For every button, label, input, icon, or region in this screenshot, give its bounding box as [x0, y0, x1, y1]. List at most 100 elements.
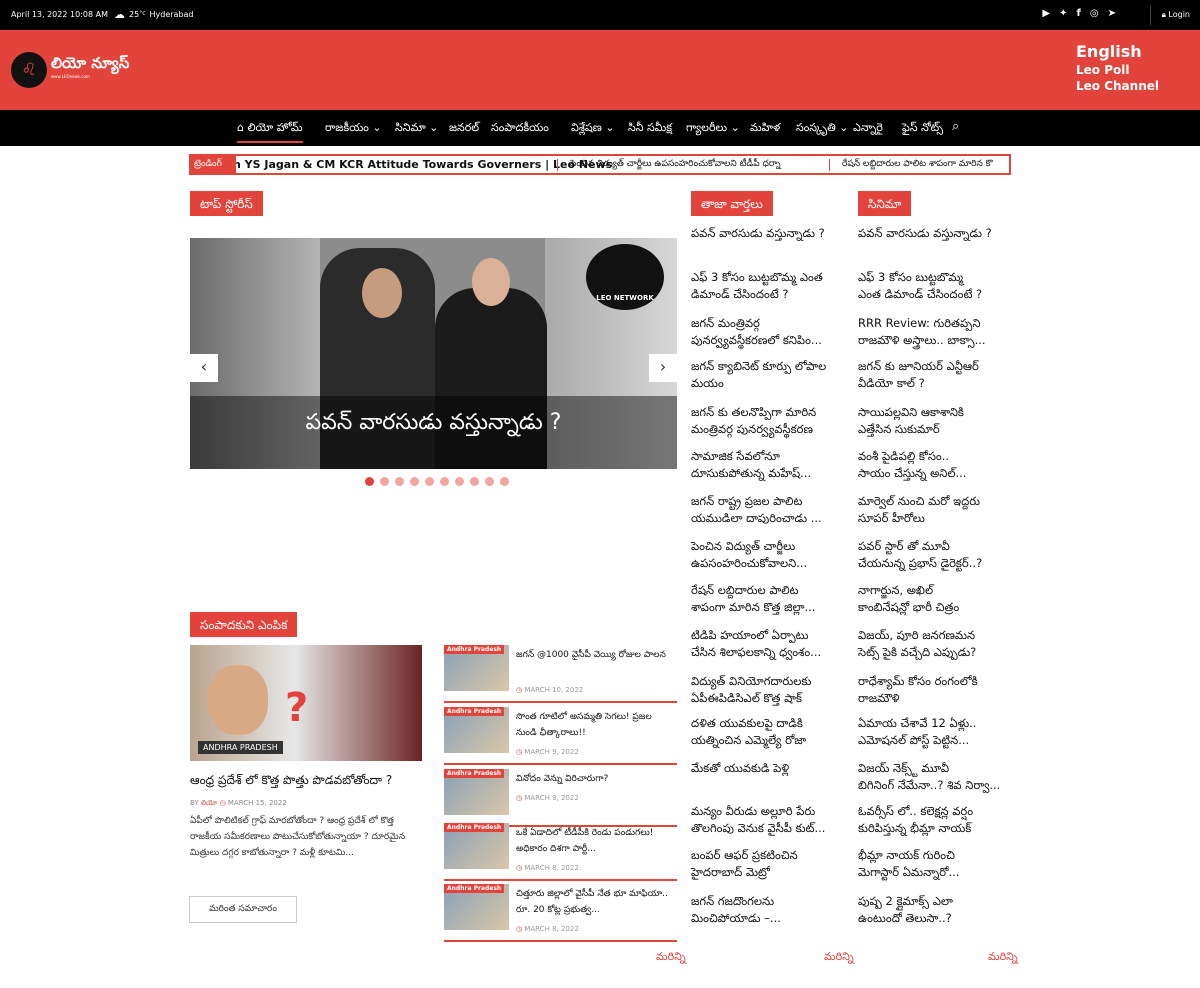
news-item[interactable]: విజయ్, పూరి జనగణమన సెట్స్ పైకి వచ్చేది ఎప…	[858, 627, 976, 661]
nav-politics[interactable]: రాజకీయం ⌄	[325, 121, 382, 137]
youtube-icon[interactable]: ▶	[1042, 8, 1050, 19]
latest-news-heading: తాజా వార్తలు	[691, 191, 773, 216]
clock-icon: ◷	[516, 925, 523, 933]
news-item[interactable]: మేకతో యువకుడి పెళ్లి	[691, 760, 789, 777]
chevron-left-icon[interactable]: ‹	[190, 354, 218, 382]
news-item-line: బంపర్ ఆఫర్ ప్రకటించిన	[691, 848, 798, 862]
news-item[interactable]: టిడిపి హయాంలో ఏర్పాటు చేసిన శిలాఫలకాన్ని …	[691, 627, 821, 661]
list-item[interactable]: Andhra Pradesh చిత్తూరు జిల్లాలో వైసీపీ …	[444, 884, 677, 942]
leo-poll-link[interactable]: Leo Poll	[1076, 62, 1159, 78]
slider-dot[interactable]	[440, 477, 449, 486]
slider-dot[interactable]	[365, 477, 374, 486]
news-item[interactable]: జగన్ గజదొంగలను మించిపోయాడు –...	[691, 893, 781, 927]
nav-nri[interactable]: ఎన్నారై	[853, 121, 883, 137]
list-item[interactable]: Andhra Pradesh జగన్ @1000 వైసీపీ వెయ్యి …	[444, 645, 677, 703]
news-item[interactable]: జగన్ కు తలనొప్పిగా మారిన మంత్రివర్గ పునర్…	[691, 404, 816, 438]
news-item[interactable]: భీమ్లా నాయక్ గురించి మెగాస్టార్ ఏమన్నారో.…	[858, 847, 959, 881]
chevron-right-icon[interactable]: ›	[649, 354, 677, 382]
news-item[interactable]: సామాజిక సేవలోనూ దూసుకుపోతున్న మహేష్...	[691, 448, 811, 482]
news-item[interactable]: పెంచిన విద్యుత్ చార్జీలు ఉపసంహరించుకోవాలన…	[691, 538, 807, 572]
news-item[interactable]: వంశీ పైడిపల్లి కోసం.. సాయం చేస్తున్న అనిల…	[858, 448, 966, 482]
news-item[interactable]: పవన్ వారసుడు వస్తున్నాడు ?	[691, 225, 825, 242]
news-item[interactable]: ఓవర్సీస్ లో.. కలెక్షన్ల వర్షం కురిపిస్తున…	[858, 803, 973, 837]
news-item[interactable]: జగన్ మంత్రివర్గ పునర్వ్యవస్థీకరణలో కనిపిం…	[691, 315, 822, 349]
news-item[interactable]: పవర్ స్టార్ తో మూవీ చేయనున్న ప్రభాస్ డైరె…	[858, 538, 982, 572]
editors-pick-title[interactable]: ఆంధ్ర ప్రదేశ్ లో కొత్త పొత్తు పొడవబోతోంద…	[190, 773, 392, 790]
news-item-line: విద్యుత్ వినియోగదారులకు	[691, 674, 812, 688]
news-item[interactable]: దళిత యువకులపై దాడికి యత్నించిన ఎమ్మెల్యే …	[691, 715, 806, 749]
news-item[interactable]: మన్యం వీరుడు అల్లూరి పేరు తొలగింపు వెనుక …	[691, 803, 825, 837]
nav-culture[interactable]: సంస్కృతి ⌄	[796, 121, 848, 137]
news-item[interactable]: RRR Review: గురితప్పని రాజమౌళి అస్త్రాలు.…	[858, 315, 986, 349]
nav-home[interactable]: ⌂ లియో హోమ్	[237, 121, 303, 143]
list-item[interactable]: Andhra Pradesh వినోదం వెన్ను విరిచారుగా?…	[444, 769, 677, 827]
login-link[interactable]: 🔒︎ Login	[1162, 10, 1190, 20]
nav-general[interactable]: జనరల్	[449, 121, 479, 137]
news-item[interactable]: పుష్ప 2 క్లైమాక్స్ ఎలా ఉంటుందో తెలుసా..?	[858, 893, 953, 927]
nav-cinema[interactable]: సినిమా ⌄	[395, 121, 438, 137]
news-item-line: హైదరాబాద్ మెట్రో	[691, 865, 770, 879]
read-more-button[interactable]: మరింత సమాచారం	[189, 896, 297, 923]
news-item[interactable]: పవన్ వారసుడు వస్తున్నాడు ?	[858, 225, 992, 242]
editors-pick-image[interactable]: ? ANDHRA PRADESH	[190, 645, 422, 761]
instagram-icon[interactable]: ◎	[1090, 8, 1099, 19]
nav-analysis[interactable]: విశ్లేషణ ⌄	[571, 121, 615, 137]
english-link[interactable]: English	[1076, 44, 1159, 60]
slider-dot[interactable]	[410, 477, 419, 486]
author-link[interactable]: లియో	[201, 799, 217, 807]
slider-dot[interactable]	[425, 477, 434, 486]
more-link[interactable]: మరిన్ని	[656, 950, 686, 966]
news-item[interactable]: మార్వెల్ నుంచి మరో ఇద్దరు సూపర్ హీరోలు	[858, 493, 980, 527]
category-badge[interactable]: ANDHRA PRADESH	[198, 741, 283, 754]
news-item[interactable]: విజయ్ నెక్స్ట్ మూవీ బిగినింగ్ నేమేనా..? శ…	[858, 760, 1000, 794]
slider-dot[interactable]	[455, 477, 464, 486]
news-item-line: రేషన్ లబ్దిదారుల పాలిట	[691, 583, 799, 597]
news-item[interactable]: జగన్ క్యాబినెట్ కూర్పు లోపాల మయం	[691, 358, 826, 392]
facebook-icon[interactable]: f	[1077, 8, 1081, 19]
news-item-line: ఎంత డిమాండ్ చేసిందంటే ?	[858, 287, 983, 301]
slider-dot[interactable]	[500, 477, 509, 486]
search-icon[interactable]: ⌕	[952, 119, 959, 134]
nav-editorial[interactable]: సంపాదకీయం	[491, 121, 549, 137]
site-logo[interactable]: ♌︎ లియో న్యూస్ www.LEOnews.com	[11, 52, 129, 88]
more-link[interactable]: మరిన్ని	[988, 950, 1018, 966]
news-item[interactable]: రేషన్ లబ్దిదారుల పాలిట శాపంగా మారిన కొత్త…	[691, 582, 815, 616]
divider	[1150, 5, 1151, 25]
news-item[interactable]: జగన్ రాష్ట్ర ప్రజల పాలిట యముడిలా దాపురించ…	[691, 493, 822, 527]
slide-face	[472, 258, 510, 306]
news-item[interactable]: జగన్ కు జూనియర్ ఎన్టీఆర్ వీడియో కాల్ ?	[858, 358, 979, 392]
nav-galleries[interactable]: గ్యాలరీలు ⌄	[686, 121, 740, 137]
news-item[interactable]: సాయిపల్లవిని ఆకాశానికి ఎత్తేసిన సుకుమార్	[858, 404, 964, 438]
more-link[interactable]: మరిన్ని	[824, 950, 854, 966]
news-item[interactable]: రాధేశ్యామ్ కోసం రంగంలోకి రాజమౌళి	[858, 673, 978, 707]
ticker-item[interactable]: రేషన్ లబ్దిదారుల పాలిట శాపంగా మారిన కొ	[829, 159, 993, 171]
news-item-line: సూపర్ హీరోలు	[858, 511, 925, 525]
ticker-item[interactable]: పెంచిన విద్యుత్ చార్జీలు ఉపసంహరించుకోవాల…	[557, 159, 781, 171]
news-item[interactable]: విద్యుత్ వినియోగదారులకు ఏపీఈపిడిసిఎల్ కొత…	[691, 673, 811, 707]
slider-dot[interactable]	[380, 477, 389, 486]
news-item-line: జగన్ రాష్ట్ర ప్రజల పాలిట	[691, 494, 803, 508]
nav-women[interactable]: మహిళ	[750, 121, 780, 137]
ticker-item[interactable]: n YS Jagan & CM KCR Attitude Towards Gov…	[233, 158, 612, 171]
list-thumbnail: Andhra Pradesh	[444, 884, 509, 930]
slide-caption[interactable]: పవన్ వారసుడు వస్తున్నాడు ?	[190, 396, 677, 469]
nav-price-notes[interactable]: ఫైస్ నోట్స్	[902, 121, 943, 137]
news-item[interactable]: బంపర్ ఆఫర్ ప్రకటించిన హైదరాబాద్ మెట్రో	[691, 847, 798, 881]
top-stories-slider[interactable]: LEO NETWORK పవన్ వారసుడు వస్తున్నాడు ? ‹…	[190, 238, 677, 469]
news-item[interactable]: ఏమాయ చేశావే 12 ఏళ్లు.. ఎమోషనల్ పోస్ట్ పెట…	[858, 715, 976, 749]
slider-dot[interactable]	[485, 477, 494, 486]
leo-channel-link[interactable]: Leo Channel	[1076, 78, 1159, 94]
slider-dot[interactable]	[470, 477, 479, 486]
trending-ticker: n YS Jagan & CM KCR Attitude Towards Gov…	[189, 154, 1011, 175]
news-item[interactable]: నాగార్జున, అఖిల్ కాంబినేషన్లో భారీ చిత్రం	[858, 582, 959, 616]
telegram-icon[interactable]: ➤	[1108, 8, 1116, 19]
list-item[interactable]: Andhra Pradesh ఒకే ఏడాదిలో టీడీపీకి రెండ…	[444, 823, 677, 881]
news-item-line: దూసుకుపోతున్న మహేష్...	[691, 466, 812, 480]
twitter-icon[interactable]: ✦	[1059, 8, 1067, 19]
news-item-line: ఎత్తేసిన సుకుమార్	[858, 422, 940, 436]
nav-cine-review[interactable]: సినీ సమీక్ష	[628, 121, 672, 137]
list-item[interactable]: Andhra Pradesh సొంత గూటిలో అసమ్మతి సెగలు…	[444, 707, 677, 765]
slider-dot[interactable]	[395, 477, 404, 486]
news-item[interactable]: ఎఫ్ 3 కోసం బుట్టబొమ్మ ఎంత డిమాండ్ చేసిందం…	[691, 269, 823, 303]
news-item[interactable]: ఎఫ్ 3 కోసం బుట్టబొమ్మ ఎంత డిమాండ్ చేసిందం…	[858, 269, 982, 303]
